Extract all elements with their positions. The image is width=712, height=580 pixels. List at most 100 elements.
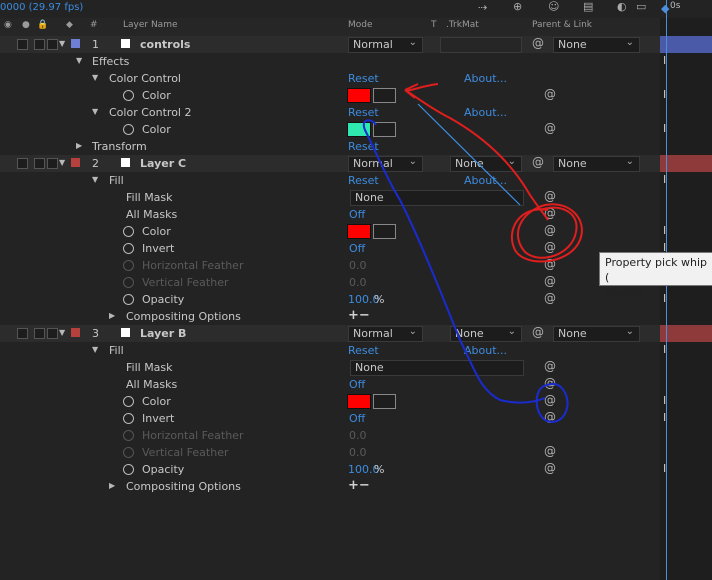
pickwhip-icon[interactable]: @ (544, 206, 556, 220)
eyedropper-icon[interactable] (373, 394, 396, 409)
pickwhip-icon[interactable]: @ (544, 240, 556, 254)
trkmat-dropdown[interactable]: None ⌄ (450, 156, 522, 172)
reset-link[interactable]: Reset (348, 72, 379, 85)
fill-mask-dropdown[interactable]: None (350, 190, 524, 206)
label-color-box[interactable] (71, 39, 80, 48)
header-parent[interactable]: Parent & Link (532, 20, 592, 30)
effect-name[interactable]: Fill (109, 344, 124, 357)
fill-mask-dropdown[interactable]: None (350, 360, 524, 376)
lock-switch[interactable] (47, 39, 58, 50)
layer-row-controls[interactable]: ▼ 1 controls Normal ⌄ @ None ⌄ (0, 36, 660, 53)
lock-icon[interactable]: 🔒 (37, 20, 48, 30)
frame-blending-icon[interactable]: ▤ (583, 0, 593, 13)
stopwatch-icon[interactable] (123, 90, 134, 101)
pickwhip-icon[interactable]: @ (544, 189, 556, 203)
reset-link[interactable]: Reset (348, 140, 379, 153)
prop-name[interactable]: Transform (92, 140, 147, 153)
twirl-right-icon[interactable]: ▶ (109, 311, 115, 320)
prop-name[interactable]: Compositing Options (126, 480, 241, 493)
pickwhip-icon[interactable]: @ (544, 291, 556, 305)
effect-name[interactable]: Color Control (109, 72, 181, 85)
about-link[interactable]: About... (464, 344, 507, 357)
pickwhip-icon[interactable]: @ (544, 257, 556, 271)
mode-dropdown[interactable]: Normal ⌄ (348, 37, 423, 53)
prop-name[interactable]: Compositing Options (126, 310, 241, 323)
eyedropper-icon[interactable] (373, 224, 396, 239)
pickwhip-icon[interactable]: @ (544, 461, 556, 475)
solo-switch[interactable] (34, 328, 45, 339)
pickwhip-icon[interactable]: @ (544, 223, 556, 237)
pickwhip-icon[interactable]: @ (544, 274, 556, 288)
prop-value[interactable]: Off (349, 208, 365, 221)
reset-link[interactable]: Reset (348, 344, 379, 357)
twirl-down-icon[interactable]: ▼ (59, 158, 65, 167)
audio-switch[interactable] (17, 39, 28, 50)
shy-layers-icon[interactable]: ☺ (548, 0, 559, 13)
about-link[interactable]: About... (464, 106, 507, 119)
reset-link[interactable]: Reset (348, 174, 379, 187)
mode-dropdown[interactable]: Normal ⌄ (348, 326, 423, 342)
layer-name[interactable]: Layer C (140, 157, 186, 170)
color-swatch[interactable] (347, 394, 371, 409)
twirl-down-icon[interactable]: ▼ (59, 328, 65, 337)
twirl-down-icon[interactable]: ▼ (76, 56, 82, 65)
stopwatch-icon[interactable] (123, 413, 134, 424)
label-color-box[interactable] (71, 328, 80, 337)
stopwatch-icon[interactable] (123, 124, 134, 135)
label-color-box[interactable] (71, 158, 80, 167)
solo-icon[interactable]: ● (22, 20, 30, 30)
twirl-down-icon[interactable]: ▼ (92, 107, 98, 116)
keyframe-marker[interactable]: I (663, 462, 666, 475)
parent-dropdown[interactable]: None ⌄ (553, 326, 640, 342)
comp-flowchart-icon[interactable]: ⊕ (513, 0, 522, 13)
header-trkmat[interactable]: .TrkMat (446, 20, 479, 30)
layer-bar-controls[interactable] (660, 36, 712, 53)
graph-editor-icon[interactable]: ▭ (636, 0, 646, 13)
twirl-down-icon[interactable]: ▼ (92, 73, 98, 82)
header-mode[interactable]: Mode (348, 20, 373, 30)
pickwhip-icon[interactable]: @ (532, 155, 544, 169)
prop-value[interactable]: Off (349, 412, 365, 425)
layer-row-layer-b[interactable]: ▼ 3 Layer B Normal ⌄ None ⌄ @ None ⌄ (0, 325, 660, 342)
effect-name[interactable]: Fill (109, 174, 124, 187)
color-swatch[interactable] (347, 88, 371, 103)
audio-switch[interactable] (17, 158, 28, 169)
pickwhip-icon[interactable]: @ (544, 444, 556, 458)
prop-value[interactable]: Off (349, 242, 365, 255)
pickwhip-icon[interactable]: @ (544, 393, 556, 407)
layer-name[interactable]: Layer B (140, 327, 186, 340)
add-remove-buttons[interactable]: +− (348, 478, 370, 493)
trkmat-dropdown[interactable]: None ⌄ (450, 326, 522, 342)
pickwhip-icon[interactable]: @ (532, 36, 544, 50)
twirl-down-icon[interactable]: ▼ (92, 175, 98, 184)
stopwatch-icon[interactable] (123, 226, 134, 237)
pickwhip-icon[interactable]: @ (544, 121, 556, 135)
color-swatch[interactable] (347, 224, 371, 239)
pickwhip-icon[interactable]: @ (544, 87, 556, 101)
keyframe-marker[interactable]: I (663, 173, 666, 186)
keyframe-marker[interactable]: I (663, 411, 666, 424)
color-swatch[interactable] (347, 122, 371, 137)
header-layer-name[interactable]: Layer Name (123, 20, 178, 30)
solo-switch[interactable] (34, 158, 45, 169)
keyframe-marker[interactable]: I (663, 394, 666, 407)
draft-3d-icon[interactable]: ⇢ (478, 1, 487, 14)
layer-row-layer-c[interactable]: ▼ 2 Layer C Normal ⌄ None ⌄ @ None ⌄ (0, 155, 660, 172)
effect-name[interactable]: Color Control 2 (109, 106, 191, 119)
label-tag-icon[interactable]: ◆ (66, 20, 73, 30)
keyframe-marker[interactable]: I (663, 224, 666, 237)
layer-bar-c[interactable] (660, 155, 712, 172)
keyframe-marker[interactable]: I (663, 54, 666, 67)
stopwatch-icon[interactable] (123, 464, 134, 475)
pickwhip-icon[interactable]: @ (544, 359, 556, 373)
pickwhip-icon[interactable]: @ (544, 376, 556, 390)
lock-switch[interactable] (47, 158, 58, 169)
eyedropper-icon[interactable] (373, 122, 396, 137)
parent-dropdown[interactable]: None ⌄ (553, 37, 640, 53)
keyframe-marker[interactable]: I (663, 88, 666, 101)
stopwatch-icon[interactable] (123, 243, 134, 254)
about-link[interactable]: About... (464, 174, 507, 187)
layer-name[interactable]: controls (140, 38, 190, 51)
pickwhip-icon[interactable]: @ (544, 410, 556, 424)
pickwhip-icon[interactable]: @ (532, 325, 544, 339)
